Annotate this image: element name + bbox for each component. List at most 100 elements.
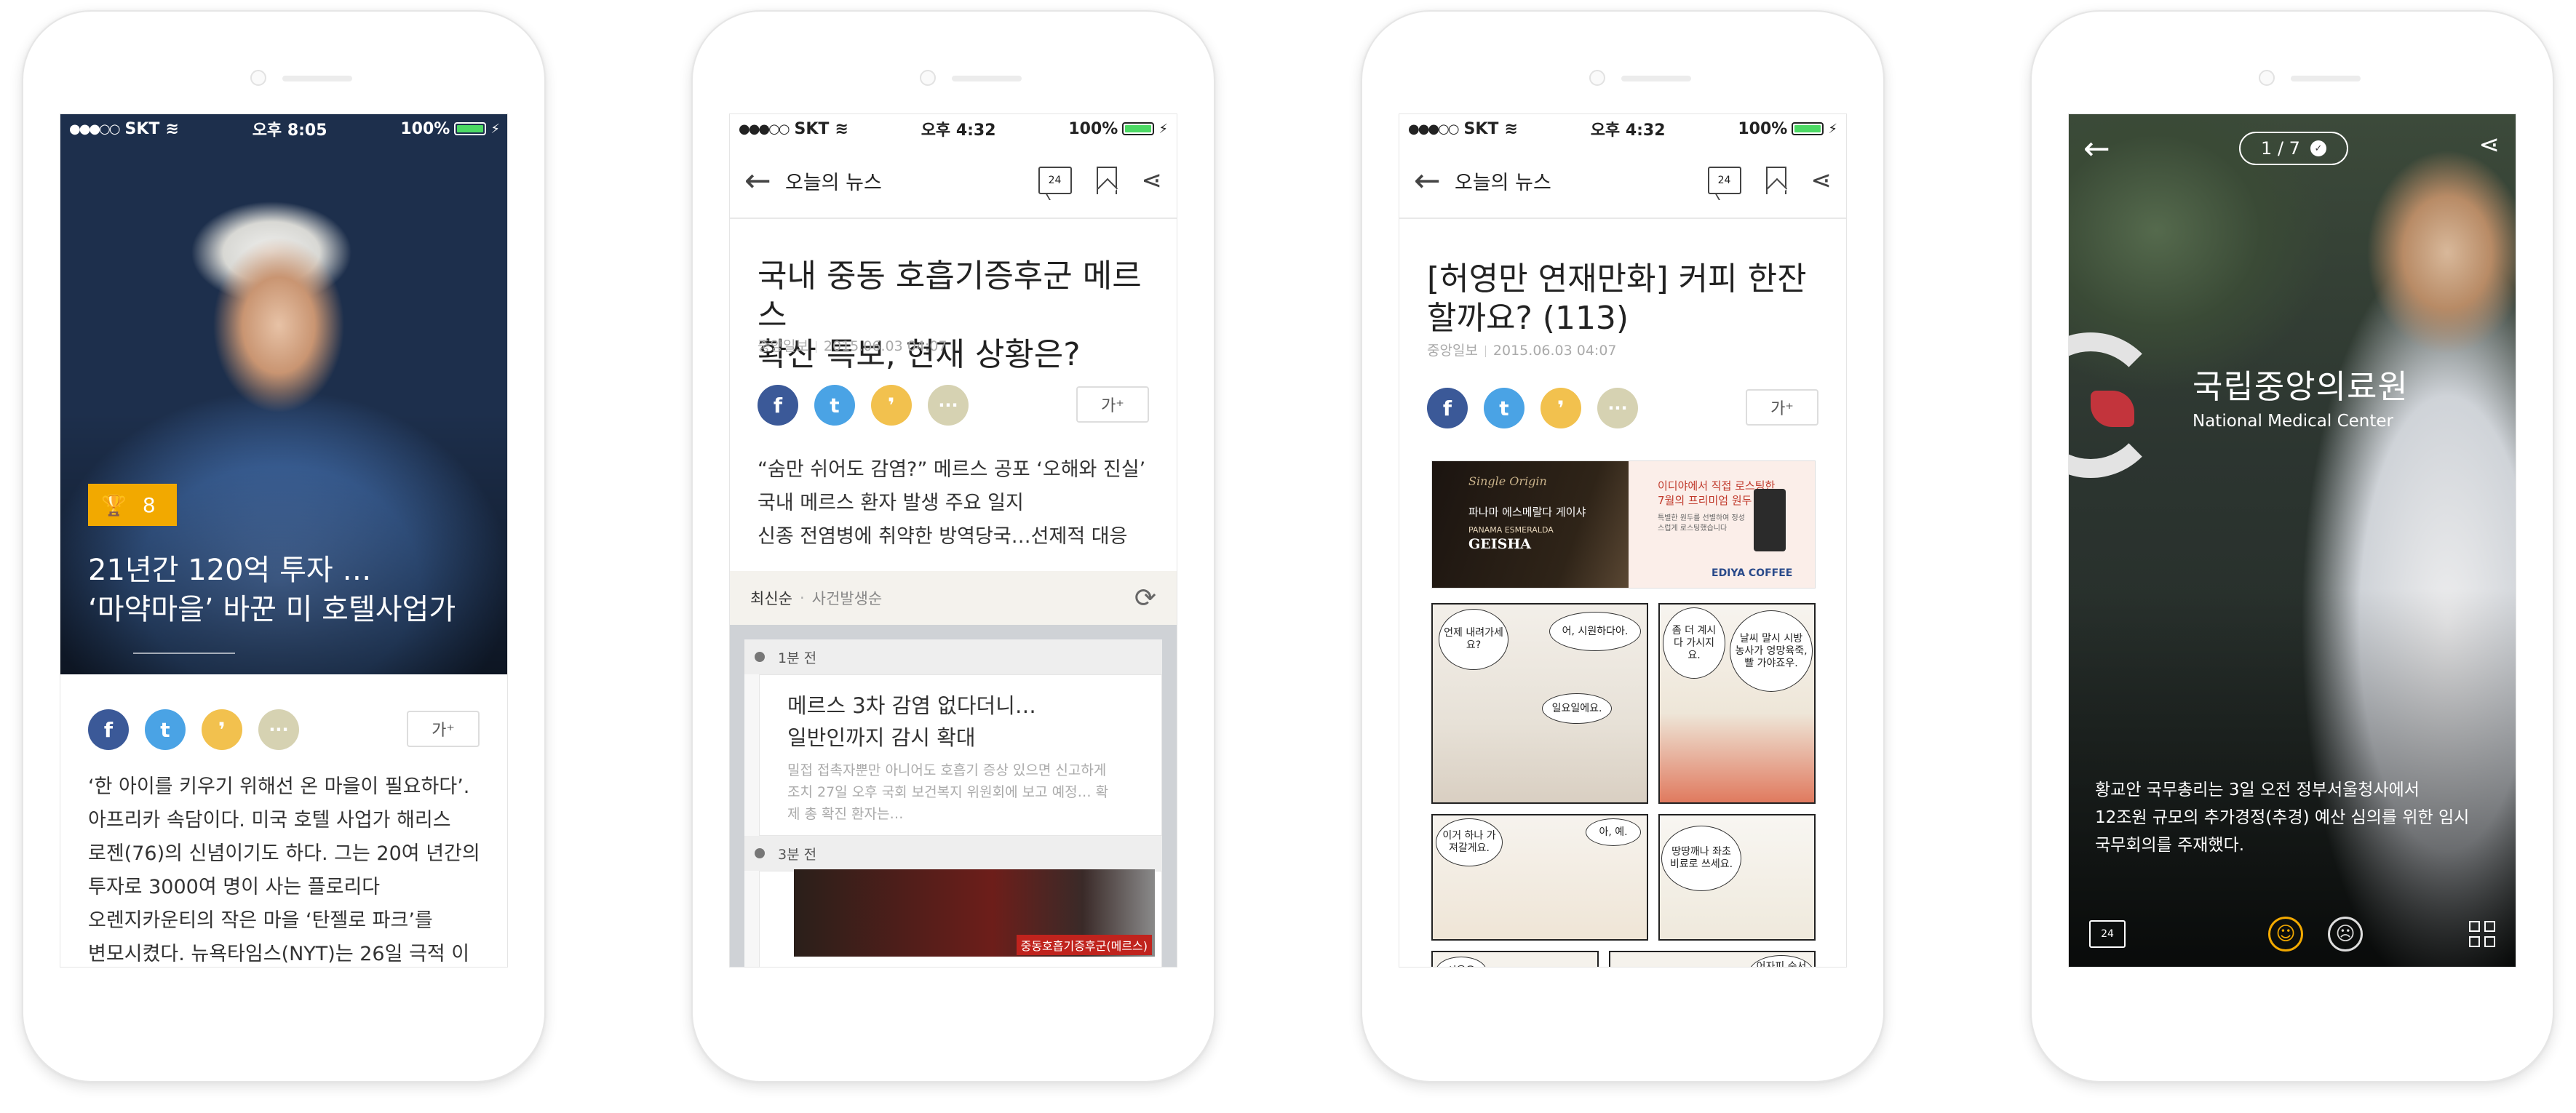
clock: 오후 8:05 [252,121,327,140]
more-share-button[interactable]: ··· [1597,388,1638,428]
share-icon[interactable]: ⋖ [2479,130,2500,159]
clock-icon [755,848,765,858]
wifi-icon: ≋ [835,119,848,138]
phone-2: ●●●○○ SKT ≋ 오후 4:32 100% ⚡ ← 오늘의 뉴스 24 ⋖ 국내… [691,10,1215,1082]
twitter-share-button[interactable]: t [145,709,186,750]
date-label: 2015.06.03 04:07 [1492,343,1617,359]
sort-by-event[interactable]: 사건발생순 [812,587,883,609]
trophy-count: 8 [142,492,156,517]
comment-icon[interactable]: 24 [1707,167,1741,194]
screen-featured-article: ●●●○○ SKT ≋ 오후 8:05 100% ⚡ 🏆 8 21년간 120억 투자 … [60,113,508,968]
phone-3: ●●●○○ SKT ≋ 오후 4:32 100% ⚡ ← 오늘의 뉴스 24 ⋖ [허… [1361,10,1885,1082]
back-arrow-icon[interactable]: ← [744,162,779,199]
earpiece-speaker [2291,76,2361,81]
nav-title: 오늘의 뉴스 [785,171,882,194]
status-bar: ●●●○○ SKT ≋ 오후 4:32 100% ⚡ [730,114,1177,143]
dislike-frown-icon[interactable]: ☹ [2328,917,2363,952]
more-share-button[interactable]: ··· [928,385,969,426]
article-body: ‘한 아이를 키우기 위해선 온 마을이 필요하다’. 아프리카 속담이다. 미… [88,775,480,965]
font-size-button[interactable]: 가⁺ [1746,389,1818,426]
more-share-button[interactable]: ··· [258,709,299,750]
comment-icon[interactable]: 24 [2089,920,2126,948]
earpiece-speaker [952,76,1022,81]
like-smile-icon[interactable]: ☺ [2268,917,2303,952]
kakao-share-button[interactable]: ❜ [1541,388,1581,428]
speech-bubble: 좀 더 계시다 가시지요. [1663,607,1725,679]
carrier-label: SKT [124,119,160,138]
refresh-icon[interactable]: ⟳ [1134,583,1156,613]
speech-bubble: 일요일에요. [1542,693,1612,724]
photo-toolbar: 24 ☺ ☹ [2069,901,2516,967]
back-arrow-icon[interactable]: ← [2083,130,2110,167]
wifi-icon: ≋ [1504,119,1518,138]
front-camera [2259,70,2275,86]
share-buttons: f t ❜ ··· [758,385,969,426]
article-title: 국내 중동 호흡기증후군 메르스 확산 특보, 현재 상황은? [758,258,1142,373]
speech-bubble: 날씨 말시 시방 농사가 엉망육죽, 빨 가야죠우. [1730,610,1813,692]
carrier-label: SKT [794,119,830,138]
battery-percent: 100% [1738,119,1788,138]
timeline-header: 3분 전 [744,836,1162,871]
hero-divider [133,653,235,654]
battery-icon [1122,122,1155,135]
battery-icon [1792,122,1824,135]
timeline-header: 1분 전 [744,639,1162,674]
screen-comic-article: ●●●○○ SKT ≋ 오후 4:32 100% ⚡ ← 오늘의 뉴스 24 ⋖ [허… [1399,113,1847,968]
facebook-share-button[interactable]: f [758,385,798,426]
share-buttons: f t ❜ ··· [1427,388,1638,428]
timeline-card[interactable]: 메르스 3차 감염 없다더니… 일반인까지 감시 확대 밀접 접촉자뿐만 아니어… [759,674,1162,836]
font-size-button[interactable]: 가⁺ [407,711,480,747]
nav-title: 오늘의 뉴스 [1455,171,1551,194]
sort-bar: 최신순 · 사건발생순 ⟳ [730,571,1177,625]
hero-image[interactable]: ●●●○○ SKT ≋ 오후 8:05 100% ⚡ 🏆 8 21년간 120억 투자 … [60,114,507,674]
phone-4: 국립중앙의료원 National Medical Center ← 1 / 7 ✓… [2030,10,2554,1082]
share-icon[interactable]: ⋖ [1142,166,1163,195]
screen-news-issue: ●●●○○ SKT ≋ 오후 4:32 100% ⚡ ← 오늘의 뉴스 24 ⋖ 국내… [729,113,1177,968]
back-arrow-icon[interactable]: ← [1414,162,1449,199]
twitter-share-button[interactable]: t [814,385,855,426]
coffee-can-image [1754,489,1786,551]
grid-view-icon[interactable] [2469,921,2495,947]
comment-icon[interactable]: 24 [1038,167,1072,194]
photo-pager[interactable]: 1 / 7 ✓ [2239,132,2348,165]
navigation-bar: ← 오늘의 뉴스 24 ⋖ [730,143,1177,219]
clock-icon [755,652,765,662]
screen-photo-viewer: 국립중앙의료원 National Medical Center ← 1 / 7 ✓… [2068,113,2516,968]
speech-bubble: 아, 예. [1586,818,1641,846]
timeline-image[interactable]: 중동호흡기증후군(메르스) [794,869,1155,957]
date-label: 2015.06.03 04:07 [823,338,947,354]
facebook-share-button[interactable]: f [88,709,129,750]
status-bar: ●●●○○ SKT ≋ 오후 8:05 100% ⚡ [60,114,507,143]
speech-bubble: 어, 시원하다아. [1549,612,1641,651]
signal-icon: ●●●○○ [1408,121,1460,137]
bookmark-icon[interactable] [1096,167,1117,194]
ad-brand: EDIYA COFFEE [1712,567,1793,579]
kakao-share-button[interactable]: ❜ [871,385,912,426]
earpiece-speaker [1621,76,1691,81]
kakao-share-button[interactable]: ❜ [202,709,242,750]
facebook-share-button[interactable]: f [1427,388,1468,428]
share-icon[interactable]: ⋖ [1811,166,1832,195]
source-label: 중앙일보 [758,338,808,354]
charging-icon: ⚡ [1828,121,1837,137]
battery-percent: 100% [1068,119,1118,138]
hero-title[interactable]: 21년간 120억 투자 … ‘마약마을’ 바꾼 미 호텔사업가 [88,551,494,629]
front-camera [920,70,936,86]
photo-caption: 황교안 국무총리는 3일 오전 정부서울청사에서 12조원 규모의 추가경정(추… [2095,781,2470,855]
twitter-share-button[interactable]: t [1484,388,1524,428]
speech-bubble: 땅땅깨나 좌초 비료로 쓰세요. [1661,826,1741,891]
comic-panel: 땅땅깨나 좌초 비료로 쓰세요. [1658,814,1816,941]
bookmark-icon[interactable] [1765,167,1786,194]
phone-1: ●●●○○ SKT ≋ 오후 8:05 100% ⚡ 🏆 8 21년간 120억 투자 … [22,10,546,1082]
source-label: 중앙일보 [1427,343,1478,359]
signal-icon: ●●●○○ [739,121,790,137]
comic-panel: 좀 더 계시다 가시지요. 날씨 말시 시방 농사가 엉망육죽, 빨 가야죠우. [1658,603,1816,804]
speech-bubble: 이거 하나 가져갈게요. [1436,818,1503,866]
font-size-button[interactable]: 가⁺ [1076,386,1149,423]
status-bar: ●●●○○ SKT ≋ 오후 4:32 100% ⚡ [1399,114,1846,143]
coffee-ad-banner[interactable]: Single Origin 파나마 에스메랄다 게이샤 PANAMA ESMER… [1431,460,1816,589]
sort-latest[interactable]: 최신순 [750,587,792,609]
comic-panel: 언제 내려가세요? 어, 시원하다아. 일요일에요. [1431,603,1648,804]
battery-percent: 100% [400,119,450,138]
clock: 오후 4:32 [921,121,996,140]
